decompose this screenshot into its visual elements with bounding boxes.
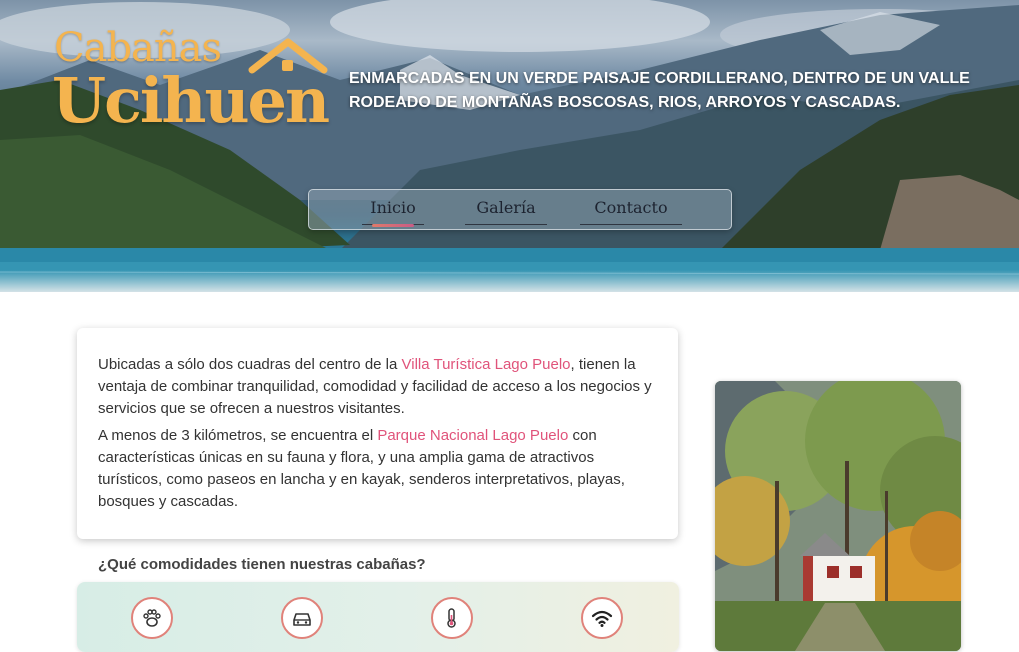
intro-paragraph-1: Ubicadas a sólo dos cuadras del centro d… [98, 354, 656, 420]
cabin-photo[interactable] [715, 381, 961, 651]
nav-item-inicio[interactable]: Inicio [362, 198, 424, 227]
hero-banner: Cabañas Ucihuen ENMARCADAS EN UN VERDE P… [0, 0, 1019, 292]
heating-badge [431, 597, 473, 639]
hero-bottom-fade [0, 270, 1019, 292]
intro-paragraph-2: A menos de 3 kilómetros, se encuentra el… [98, 425, 656, 513]
intro-p2-text-start: A menos de 3 kilómetros, se encuentra el [98, 427, 378, 444]
nav-item-galeria[interactable]: Galería [465, 198, 547, 225]
site-logo[interactable]: Cabañas Ucihuen [52, 22, 342, 137]
thermometer-icon [447, 608, 456, 628]
nav-item-contacto[interactable]: Contacto [580, 198, 682, 225]
logo-line2: Ucihuen [52, 64, 330, 137]
intro-p1-text-start: Ubicadas a sólo dos cuadras del centro d… [98, 356, 402, 373]
parque-nacional-link[interactable]: Parque Nacional Lago Puelo [377, 427, 568, 444]
intro-card: Ubicadas a sólo dos cuadras del centro d… [77, 328, 678, 539]
pet-friendly-badge [131, 597, 173, 639]
villa-turistica-link[interactable]: Villa Turística Lago Puelo [402, 356, 571, 373]
cabin-forest-image [715, 381, 961, 651]
main-navigation: Inicio Galería Contacto [308, 189, 732, 230]
wifi-badge [581, 597, 623, 639]
car-icon [293, 613, 311, 626]
wifi-icon [591, 610, 613, 627]
parking-badge [281, 597, 323, 639]
paw-icon [143, 609, 161, 627]
amenities-heading: ¿Qué comodidades tienen nuestras cabañas… [98, 556, 426, 573]
amenities-panel [77, 582, 679, 652]
hero-tagline: ENMARCADAS EN UN VERDE PAISAJE CORDILLER… [349, 70, 970, 111]
